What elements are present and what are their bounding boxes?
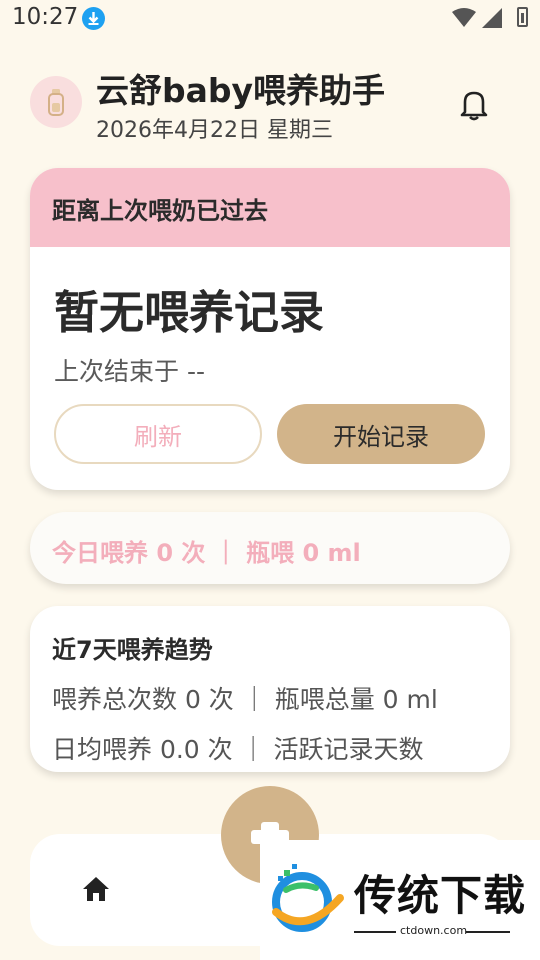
watermark: 传统下载 ctdown.com — [260, 840, 540, 960]
signal-icon — [482, 8, 502, 32]
last-feed-card: 距离上次喂奶已过去 暂无喂养记录 上次结束于 -- 刷新 开始记录 — [30, 168, 510, 490]
wifi-icon — [452, 8, 476, 32]
today-summary-text: 今日喂养 0 次 ｜ 瓶喂 0 ml — [52, 539, 361, 567]
status-bar: 10:27 — [0, 0, 540, 36]
last-end-text: 上次结束于 -- — [54, 357, 205, 386]
bell-icon[interactable] — [456, 86, 492, 126]
home-icon[interactable] — [82, 876, 110, 906]
elapsed-label: 距离上次喂奶已过去 — [52, 197, 268, 225]
battery-icon — [517, 7, 528, 27]
weekly-trend-card[interactable]: 近7天喂养趋势 喂养总次数 0 次 ｜ 瓶喂总量 0 ml 日均喂养 0.0 次… — [30, 606, 510, 772]
trend-title: 近7天喂养趋势 — [52, 636, 213, 664]
download-icon — [82, 7, 105, 30]
app-title: 云舒baby喂养助手 — [96, 71, 386, 110]
refresh-button[interactable]: 刷新 — [54, 404, 262, 464]
trend-total-line: 喂养总次数 0 次 ｜ 瓶喂总量 0 ml — [52, 685, 438, 714]
last-feed-card-header: 距离上次喂奶已过去 — [30, 168, 510, 247]
header: 云舒baby喂养助手 2026年4月22日 星期三 — [0, 60, 540, 150]
today-summary-card[interactable]: 今日喂养 0 次 ｜ 瓶喂 0 ml — [30, 512, 510, 584]
current-date: 2026年4月22日 星期三 — [96, 118, 333, 143]
watermark-name: 传统下载 — [354, 871, 527, 920]
watermark-url: ctdown.com — [400, 924, 468, 937]
watermark-logo — [272, 864, 344, 932]
app-logo — [30, 76, 82, 128]
status-time: 10:27 — [12, 4, 79, 30]
start-record-button[interactable]: 开始记录 — [277, 404, 485, 464]
no-record-text: 暂无喂养记录 — [54, 286, 325, 339]
bottle-icon — [48, 89, 64, 116]
trend-average-line: 日均喂养 0.0 次 ｜ 活跃记录天数 — [52, 735, 424, 764]
